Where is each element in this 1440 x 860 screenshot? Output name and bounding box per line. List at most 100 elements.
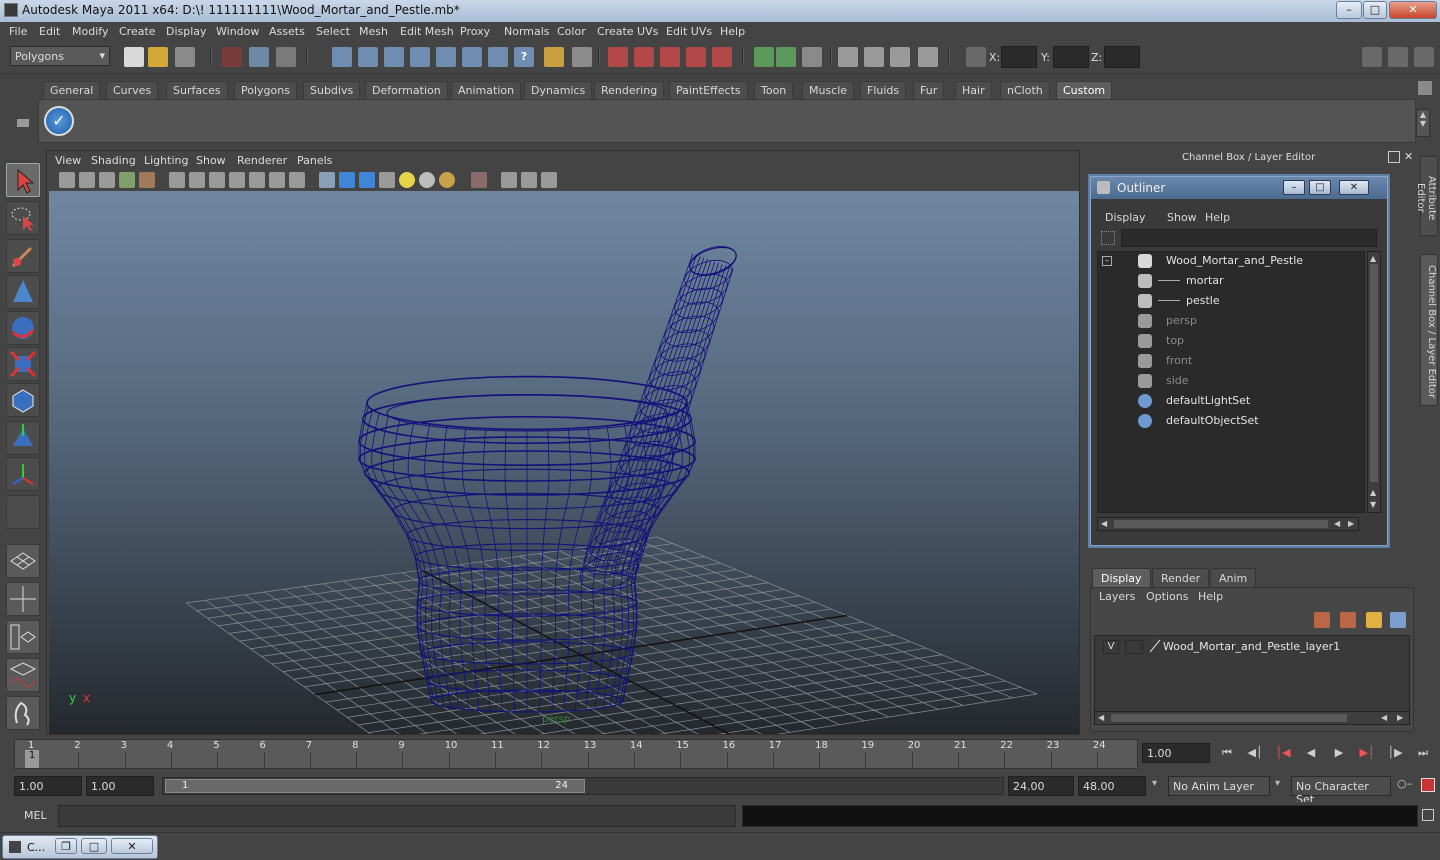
outliner-horizontal-scrollbar[interactable]: ◀ ◀ ▶ [1097, 517, 1359, 531]
current-time-field[interactable]: 1.00 [1142, 743, 1210, 763]
scroll-up-icon[interactable]: ▲ [1370, 488, 1376, 497]
outliner-menu-help[interactable]: Help [1205, 211, 1230, 224]
panel-menu-renderer[interactable]: Renderer [237, 154, 287, 167]
wireframe-shading-icon[interactable] [319, 172, 335, 188]
outliner-item[interactable]: front [1098, 354, 1362, 370]
panel-menu-view[interactable]: View [55, 154, 81, 167]
pick-mask-rendering-icon[interactable] [488, 47, 508, 67]
scroll-right-icon[interactable]: ▶ [1397, 713, 1403, 722]
menu-edit-uvs[interactable]: Edit UVs [666, 25, 712, 38]
ipr-render-icon[interactable] [890, 47, 910, 67]
render-view-icon[interactable] [838, 47, 858, 67]
maximize-button[interactable]: □ [1363, 1, 1387, 19]
layer-tab-render[interactable]: Render [1152, 568, 1210, 588]
playback-start-field[interactable]: 1.00 [86, 776, 154, 796]
pick-mask-joint-icon[interactable] [358, 47, 378, 67]
menu-create[interactable]: Create [119, 25, 156, 38]
pick-mask-surface-icon[interactable] [410, 47, 430, 67]
shelf-scroll-arrows[interactable]: ▲ ▼ [1416, 109, 1430, 137]
outliner-item[interactable]: Wood_Mortar_and_Pestle [1098, 254, 1362, 270]
resolution-gate-icon[interactable] [209, 172, 225, 188]
x-field[interactable] [1001, 46, 1037, 68]
outliner-close-button[interactable]: ✕ [1339, 180, 1369, 195]
menu-normals[interactable]: Normals [504, 25, 550, 38]
side-tab-attribute-editor[interactable]: Attribute Editor [1415, 156, 1438, 236]
anim-layer-dropdown[interactable]: No Anim Layer [1168, 776, 1270, 796]
outliner-item[interactable]: persp [1098, 314, 1362, 330]
single-perspective-layout-icon[interactable] [6, 544, 40, 578]
outliner-minimize-button[interactable]: – [1283, 180, 1305, 195]
outliner-item[interactable]: pestle [1098, 294, 1362, 310]
scroll-left-icon[interactable]: ◀ [1098, 713, 1104, 722]
safe-action-icon[interactable] [269, 172, 285, 188]
pick-mask-curve-icon[interactable] [384, 47, 404, 67]
default-light-icon[interactable] [419, 172, 435, 188]
scroll-right-icon[interactable]: ▶ [1348, 519, 1354, 528]
show-tool-settings-icon[interactable] [1388, 47, 1408, 67]
close-button[interactable]: ✕ [1389, 1, 1437, 19]
make-live-icon[interactable] [712, 47, 732, 67]
last-tool-icon[interactable] [6, 495, 40, 529]
side-tab-channel-box[interactable]: Channel Box / Layer Editor [1420, 254, 1438, 406]
outliner-item[interactable]: defaultLightSet [1098, 394, 1362, 410]
maximize-window-button[interactable]: □ [81, 838, 107, 854]
shelf-tab-deformation[interactable]: Deformation [365, 81, 448, 99]
menu-help[interactable]: Help [720, 25, 745, 38]
pick-mask-misc-icon[interactable]: ? [514, 47, 534, 67]
mel-label[interactable]: MEL [24, 809, 47, 822]
transform-field-icon[interactable] [966, 47, 986, 67]
lasso-tool-icon[interactable] [6, 201, 40, 235]
character-set-dropdown[interactable]: No Character Set [1291, 776, 1391, 806]
shelf-menu-handle[interactable] [12, 85, 32, 141]
shelf-tab-custom[interactable]: Custom [1056, 81, 1113, 99]
outliner-menu-display[interactable]: Display [1105, 211, 1146, 224]
field-chart-icon[interactable] [249, 172, 265, 188]
scroll-left-icon[interactable]: ◀ [1334, 519, 1340, 528]
play-forwards-icon[interactable]: ▶ [1330, 746, 1348, 762]
scroll-thumb[interactable] [1114, 520, 1328, 528]
menu-set-dropdown[interactable]: Polygons ▾ [10, 46, 110, 66]
xray-joints-icon[interactable] [521, 172, 537, 188]
snap-to-view-plane-icon[interactable] [686, 47, 706, 67]
camera-attributes-icon[interactable] [79, 172, 95, 188]
xray-icon[interactable] [501, 172, 517, 188]
close-panel-icon[interactable]: ✕ [1404, 151, 1416, 163]
shelf-tab-ncloth[interactable]: nCloth [1000, 81, 1050, 99]
menu-modify[interactable]: Modify [72, 25, 108, 38]
menu-display[interactable]: Display [166, 25, 207, 38]
go-to-end-icon[interactable]: ⏭ [1414, 746, 1432, 762]
create-empty-layer-icon[interactable] [1366, 612, 1382, 628]
menu-mesh[interactable]: Mesh [359, 25, 388, 38]
pick-mask-dynamics-icon[interactable] [462, 47, 482, 67]
layer-color-icon[interactable] [1149, 639, 1161, 653]
y-field[interactable] [1053, 46, 1089, 68]
outliner-item[interactable]: side [1098, 374, 1362, 390]
safe-title-icon[interactable] [289, 172, 305, 188]
play-backwards-icon[interactable]: ◀ [1302, 746, 1320, 762]
panel-menu-shading[interactable]: Shading [91, 154, 136, 167]
construction-history-icon[interactable] [802, 47, 822, 67]
persp-viewport[interactable]: y x persp [49, 191, 1079, 734]
image-plane-icon[interactable] [119, 172, 135, 188]
menu-color[interactable]: Color [557, 25, 586, 38]
move-layer-down-icon[interactable] [1340, 612, 1356, 628]
save-scene-icon[interactable] [175, 47, 195, 67]
shelf-tab-painteffects[interactable]: PaintEffects [669, 81, 748, 99]
outliner-item[interactable]: defaultObjectSet [1098, 414, 1362, 430]
menu-create-uvs[interactable]: Create UVs [597, 25, 658, 38]
wireframe-on-shaded-icon[interactable] [359, 172, 375, 188]
select-by-object-icon[interactable] [249, 47, 269, 67]
scale-tool-icon[interactable] [6, 383, 40, 417]
panel-menu-show[interactable]: Show [196, 154, 226, 167]
range-bar-track[interactable]: 1 24 [162, 777, 1004, 795]
outliner-item[interactable]: top [1098, 334, 1362, 350]
minimize-button[interactable]: – [1336, 1, 1362, 19]
persp-outliner-layout-icon[interactable] [6, 620, 40, 654]
shelf-tab-dynamics[interactable]: Dynamics [524, 81, 593, 99]
panel-menu-lighting[interactable]: Lighting [144, 154, 188, 167]
key-icon[interactable]: ○– [1397, 777, 1412, 790]
show-attribute-editor-icon[interactable] [1362, 47, 1382, 67]
step-back-frame-icon[interactable]: ◀│ [1246, 746, 1264, 762]
layer-menu-layers[interactable]: Layers [1099, 590, 1135, 603]
rotate-tool-icon[interactable] [6, 347, 40, 381]
